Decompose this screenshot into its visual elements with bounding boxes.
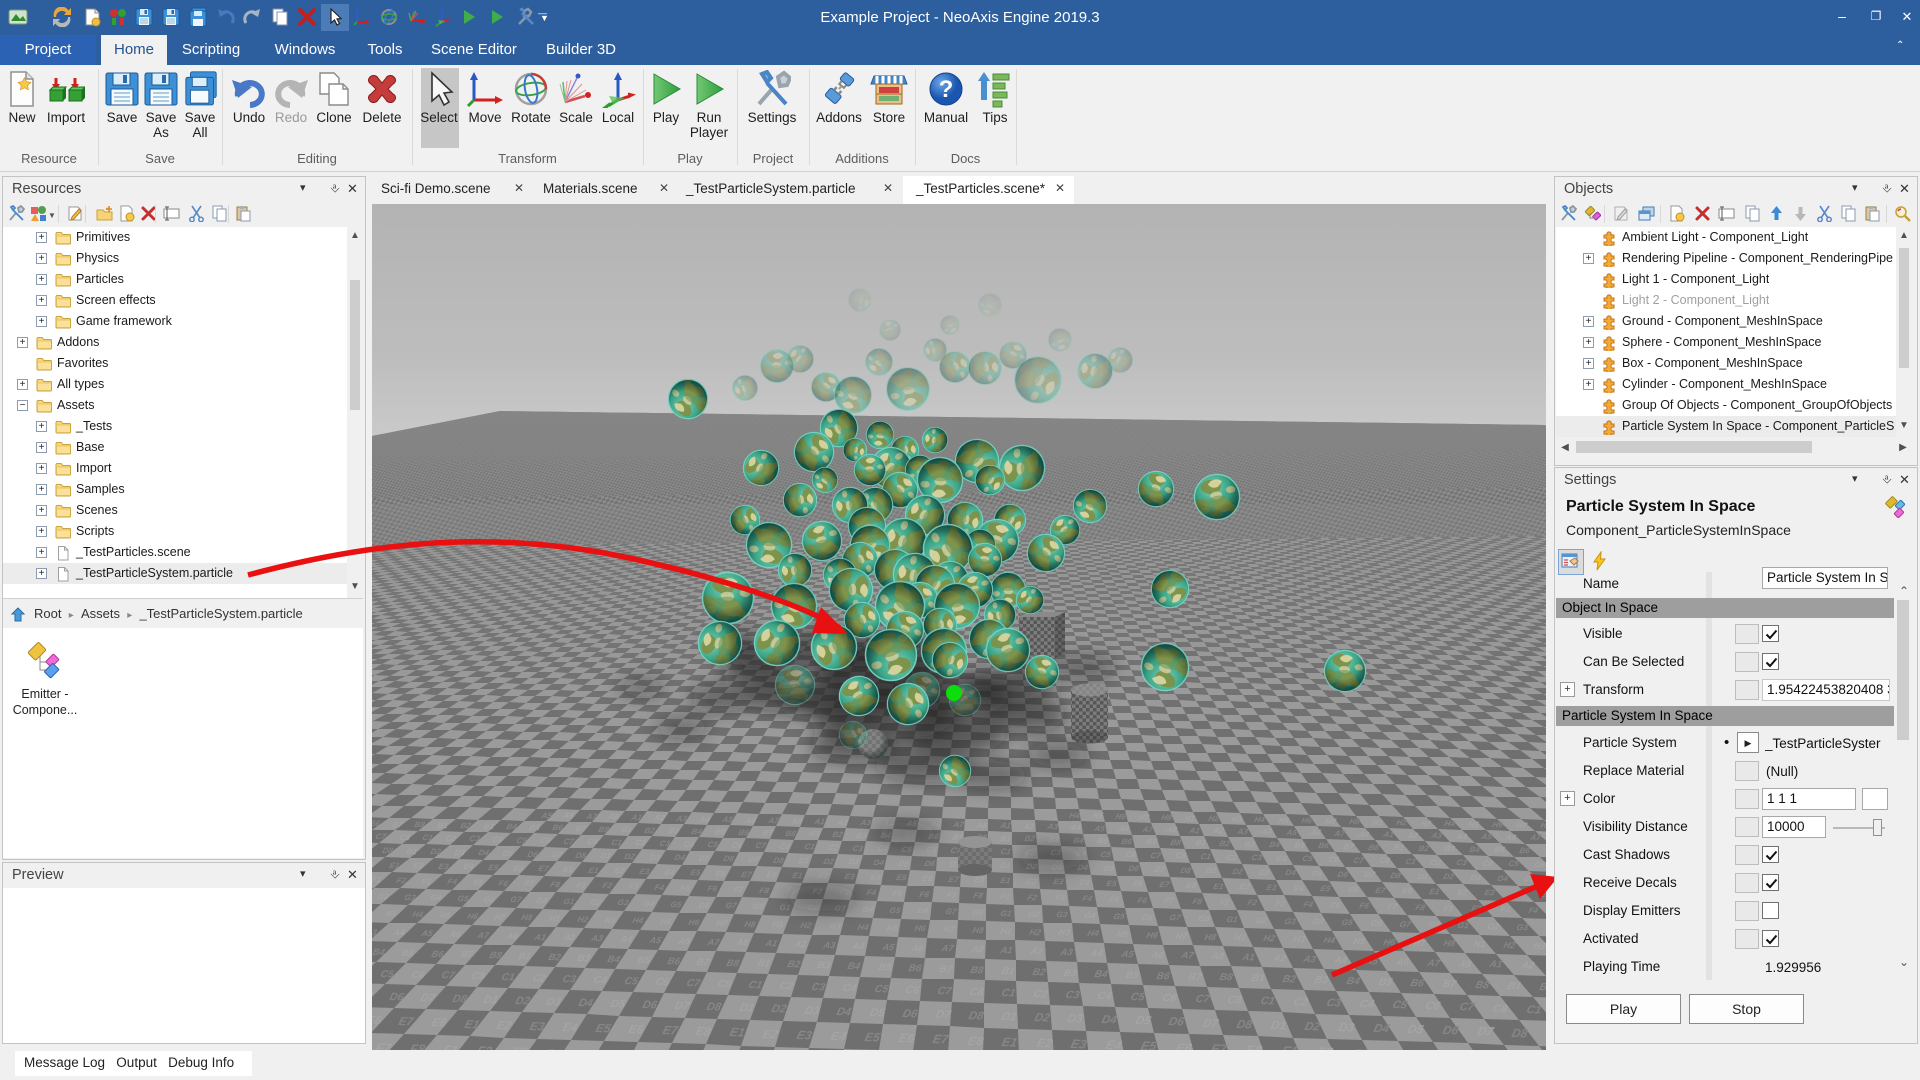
- svg-text:?: ?: [939, 76, 954, 103]
